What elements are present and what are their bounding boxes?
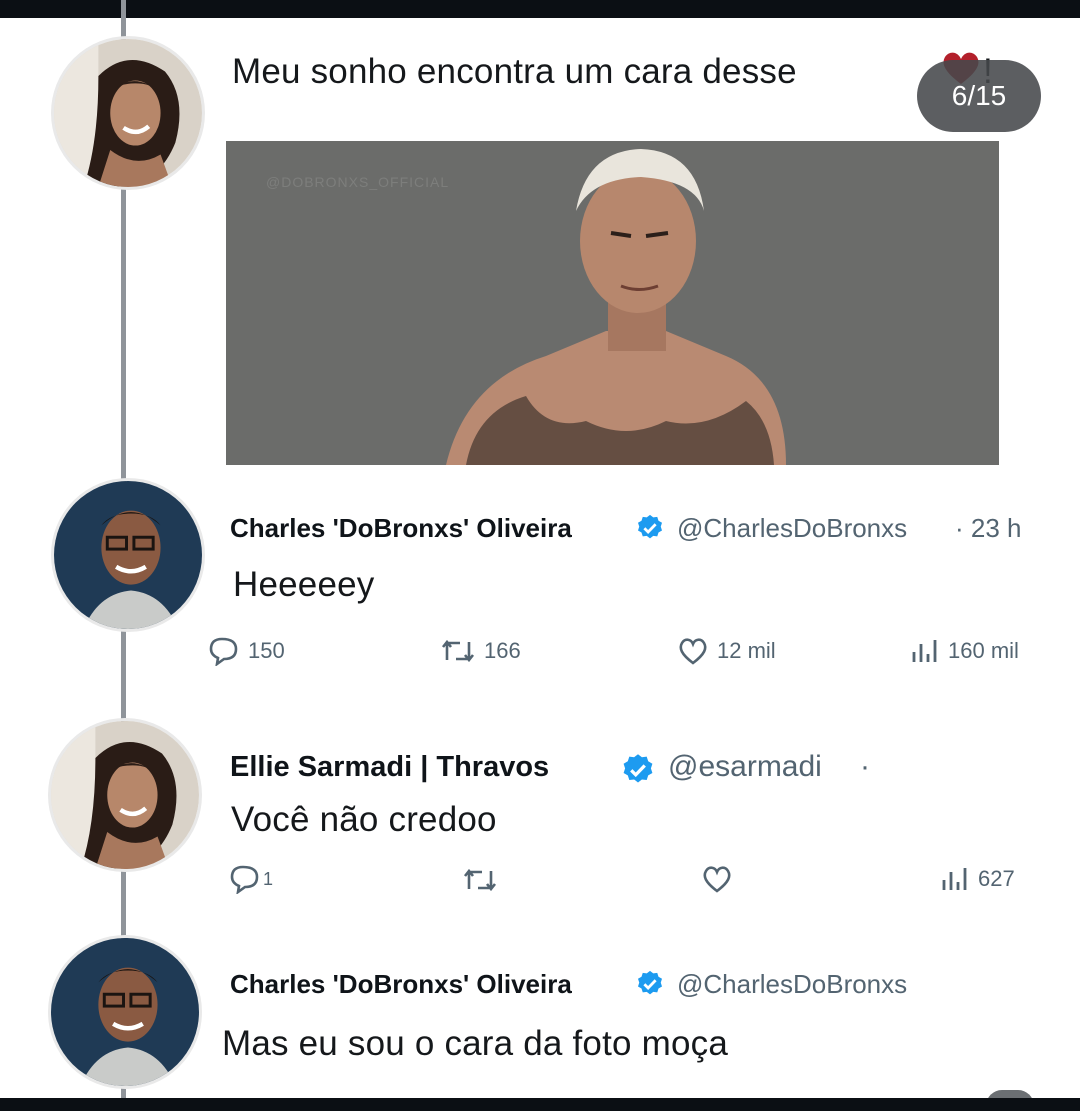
reply-1-like-count: 12 mil [717,638,776,663]
navigation-bar [0,1098,1080,1111]
reply-3-handle[interactable]: @CharlesDoBronxs [677,969,907,1000]
views-icon [912,640,937,662]
post-photo[interactable]: @DOBRONXS_OFFICIAL [226,141,999,465]
verified-badge-icon [623,754,653,783]
views-icon [942,868,967,890]
avatar-ellie[interactable] [51,36,205,190]
reply-1-retweet-button[interactable]: 166 [440,638,521,664]
heart-icon [679,638,707,665]
avatar-ellie[interactable] [48,718,202,872]
post-text: Meu sonho encontra um cara desse [232,52,797,91]
reply-2-view-count: 627 [978,866,1015,891]
reply-1-like-button[interactable]: 12 mil [677,636,776,666]
photo-watermark: @DOBRONXS_OFFICIAL [266,174,450,190]
reply-2-reply-count: 1 [263,868,274,889]
slide-counter: 6/15 [917,60,1041,132]
reply-2-views-button[interactable]: 627 [940,866,1015,892]
reply-1-handle[interactable]: @CharlesDoBronxs [677,513,907,544]
reply-2-author-name[interactable]: Ellie Sarmadi | Thravos [230,751,549,784]
avatar-charles[interactable] [51,478,205,632]
reply-2-text: Você não credoo [231,800,497,839]
reply-1-reply-count: 150 [248,638,285,663]
verified-badge-icon [638,970,662,995]
verified-badge-icon [638,514,662,539]
reply-1-time: · 23 h [955,513,1022,543]
reply-icon [230,865,259,894]
avatar-image [51,721,199,869]
reply-2-reply-button[interactable]: 1 [229,864,273,894]
reply-2-time: · [860,750,870,783]
reply-1-text: Heeeeey [233,565,375,604]
reply-1-author-name[interactable]: Charles 'DoBronxs' Oliveira [230,513,572,544]
retweet-icon [441,639,475,663]
avatar-image [51,938,199,1086]
avatar-image [54,481,202,629]
reply-1-retweet-count: 166 [484,638,521,663]
reply-1-view-count: 160 mil [948,638,1019,663]
reply-3-author-name[interactable]: Charles 'DoBronxs' Oliveira [230,969,572,1000]
avatar-image [54,39,202,187]
reply-1-views-button[interactable]: 160 mil [910,638,1019,664]
reply-3-text: Mas eu sou o cara da foto moça [222,1024,728,1063]
retweet-icon [463,868,497,892]
reply-2-retweet-button[interactable] [462,867,506,893]
heart-icon [703,866,731,893]
reply-icon [209,637,238,666]
status-bar [0,0,1080,18]
avatar-charles[interactable] [48,935,202,1089]
reply-2-like-button[interactable] [701,864,741,894]
reply-1-reply-button[interactable]: 150 [208,636,285,666]
reply-2-handle[interactable]: @esarmadi [668,750,822,784]
